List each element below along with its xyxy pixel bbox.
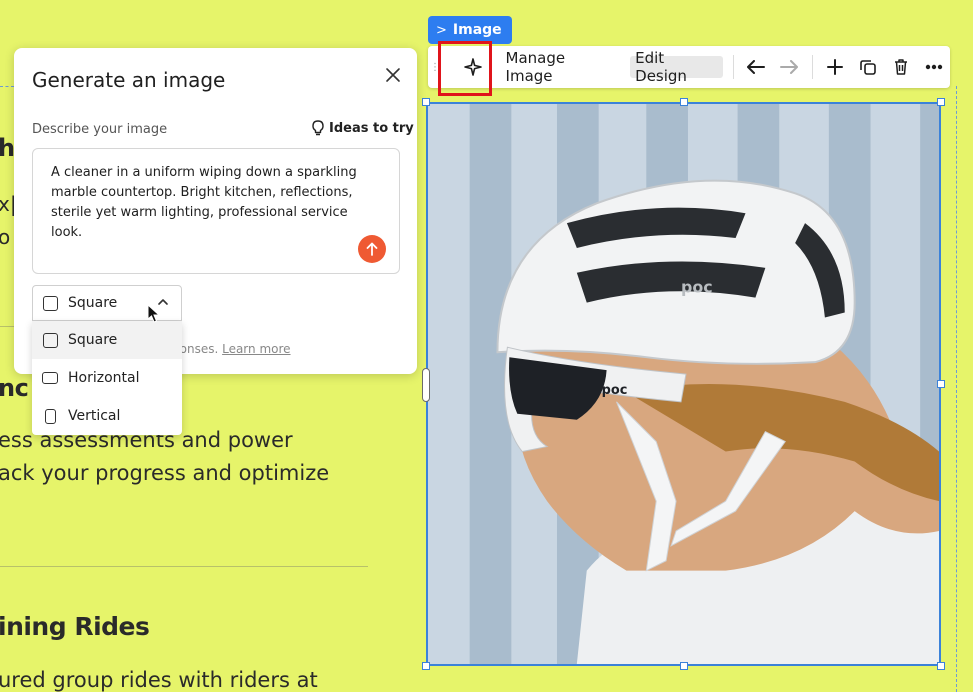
square-shape-icon — [42, 332, 58, 348]
element-tag-label: Image — [452, 22, 502, 38]
menu-item-label: Square — [68, 332, 118, 348]
ideas-label: Ideas to try — [329, 120, 414, 136]
toolbar-divider — [732, 55, 734, 79]
section-heading-fragment: h — [0, 134, 15, 162]
ai-generate-button[interactable] — [452, 52, 495, 82]
describe-label: Describe your image — [32, 122, 168, 137]
trash-icon — [894, 59, 907, 75]
menu-item-label: Vertical — [68, 408, 121, 424]
more-actions-button[interactable] — [917, 52, 950, 82]
layout-guide — [956, 86, 957, 692]
drag-grip-icon[interactable]: ⋮ — [430, 62, 440, 73]
body-text-line: ack your progress and optimize — [0, 461, 330, 485]
menu-item-square[interactable]: Square — [32, 321, 182, 359]
prompt-textarea[interactable]: A cleaner in a uniform wiping down a spa… — [32, 148, 400, 274]
duplicate-button[interactable] — [851, 52, 884, 82]
close-icon — [386, 68, 400, 82]
glasses-logo: poc — [602, 383, 628, 398]
resize-handle-br[interactable] — [937, 662, 945, 670]
sparkle-icon — [464, 58, 483, 76]
square-shape-icon — [43, 295, 58, 311]
body-text-line: ured group rides with riders at — [0, 668, 318, 692]
duplicate-icon — [860, 60, 876, 75]
manage-image-button[interactable]: Manage Image — [501, 49, 619, 85]
helmet-logo: poc — [681, 278, 713, 297]
delete-button[interactable] — [884, 52, 917, 82]
learn-more-link[interactable]: Learn more — [222, 342, 290, 356]
layout-guide — [0, 86, 14, 87]
disclaimer-text: ponses. Learn more — [172, 342, 291, 356]
image-toolbar: ⋮ Manage Image Edit Design — [428, 46, 950, 88]
plus-icon — [826, 59, 843, 75]
selected-image[interactable]: poc poc — [426, 102, 941, 666]
arrow-right-icon — [780, 60, 799, 74]
arrow-up-icon — [366, 242, 378, 256]
aspect-ratio-menu: Square Horizontal Vertical — [32, 321, 182, 435]
menu-item-horizontal[interactable]: Horizontal — [32, 359, 182, 397]
arrow-left-icon — [747, 60, 766, 74]
section-heading-fragment: nc — [0, 374, 29, 402]
section-divider — [0, 566, 368, 567]
redo-button[interactable] — [773, 52, 806, 82]
resize-handle-tc[interactable] — [680, 98, 688, 106]
close-button[interactable] — [382, 64, 404, 86]
ideas-to-try-button[interactable]: Ideas to try — [311, 120, 414, 136]
lightbulb-icon — [312, 120, 324, 136]
resize-handle-mr[interactable] — [937, 380, 945, 388]
mouse-cursor-icon — [147, 304, 161, 323]
chevron-right-icon: > — [436, 22, 447, 38]
element-tag[interactable]: > Image — [428, 16, 512, 44]
resize-handle-bl[interactable] — [422, 662, 430, 670]
menu-item-vertical[interactable]: Vertical — [32, 397, 182, 435]
send-button[interactable] — [358, 235, 386, 263]
edit-design-button[interactable]: Edit Design — [630, 49, 723, 85]
body-text-fragment: o — [0, 225, 11, 249]
resize-handle-tr[interactable] — [937, 98, 945, 106]
vertical-shape-icon — [44, 408, 56, 424]
toolbar-divider — [811, 55, 813, 79]
more-icon — [925, 64, 942, 70]
horizontal-shape-icon — [42, 372, 58, 384]
menu-item-label: Horizontal — [68, 370, 140, 386]
undo-button[interactable] — [740, 52, 773, 82]
prompt-text: A cleaner in a uniform wiping down a spa… — [51, 165, 357, 240]
add-button[interactable] — [819, 52, 852, 82]
resize-handle-tl[interactable] — [422, 98, 430, 106]
cyclist-photo: poc poc — [428, 104, 939, 664]
stretch-handle-left[interactable] — [422, 368, 430, 402]
panel-title: Generate an image — [32, 68, 226, 92]
resize-handle-bc[interactable] — [680, 662, 688, 670]
section-heading: ining Rides — [0, 612, 150, 641]
selected-value: Square — [68, 295, 118, 311]
